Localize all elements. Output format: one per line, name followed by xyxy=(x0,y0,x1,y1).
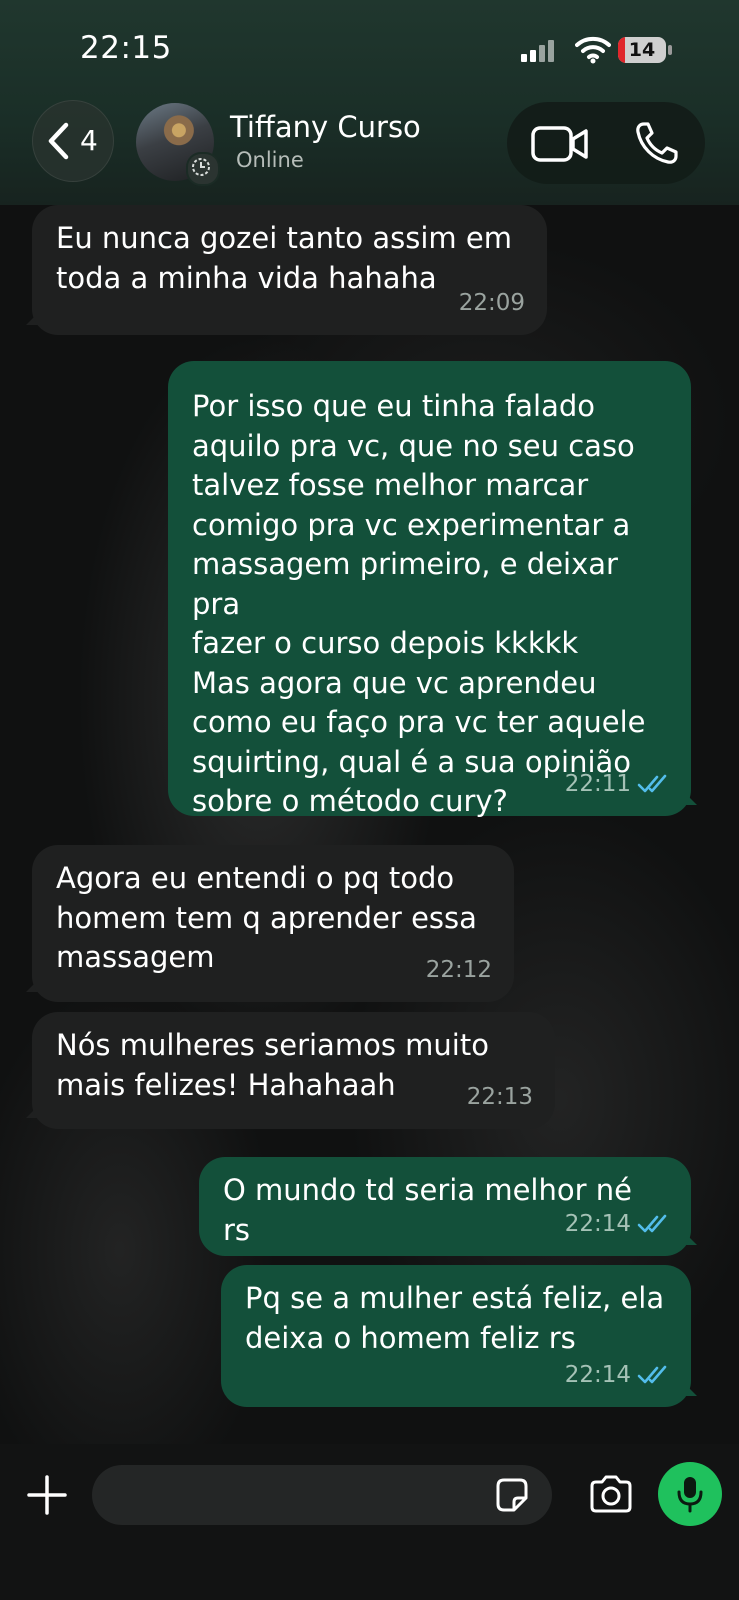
camera-button[interactable] xyxy=(588,1474,634,1514)
message-time: 22:11 xyxy=(564,770,631,797)
outgoing-message[interactable]: O mundo td seria melhor né rs 22:14 xyxy=(199,1157,691,1256)
message-time: 22:13 xyxy=(466,1083,533,1110)
outgoing-message[interactable]: Por isso que eu tinha falado aquilo pra … xyxy=(168,361,691,818)
battery-level: 14 xyxy=(628,39,656,61)
message-text: Eu nunca gozei tanto assim em toda a min… xyxy=(56,221,512,295)
incoming-message[interactable]: Eu nunca gozei tanto assim em toda a min… xyxy=(32,205,547,335)
microphone-icon xyxy=(677,1477,703,1513)
status-time: 22:15 xyxy=(80,30,172,66)
contact-status: Online xyxy=(236,148,304,172)
message-meta: 22:11 xyxy=(565,765,669,805)
message-text: Nós mulheres seriamos muito mais felizes… xyxy=(56,1028,489,1102)
double-check-icon xyxy=(637,1365,667,1384)
cellular-signal-icon xyxy=(521,40,563,62)
message-time: 22:14 xyxy=(564,1210,631,1237)
message-input[interactable] xyxy=(112,1465,476,1527)
message-text: Por isso que eu tinha falado aquilo pra … xyxy=(192,389,646,818)
chevron-left-icon xyxy=(48,122,69,160)
contact-name[interactable]: Tiffany Curso xyxy=(230,110,421,144)
outgoing-message[interactable]: Pq se a mulher está feliz, ela deixa o h… xyxy=(221,1265,691,1407)
attach-button[interactable] xyxy=(26,1474,68,1516)
battery-cap xyxy=(668,45,672,55)
incoming-message[interactable]: Agora eu entendi o pq todo homem tem q a… xyxy=(32,845,514,1002)
message-meta: 22:12 xyxy=(426,951,492,991)
message-meta: 22:14 xyxy=(565,1356,669,1396)
battery-indicator: 14 xyxy=(618,37,666,63)
message-time: 22:12 xyxy=(425,956,492,983)
double-check-icon xyxy=(637,774,667,793)
video-call-button[interactable] xyxy=(530,122,590,166)
message-meta: 22:13 xyxy=(467,1078,533,1118)
message-meta: 22:09 xyxy=(459,284,525,324)
message-time: 22:14 xyxy=(564,1361,631,1388)
microphone-button[interactable] xyxy=(658,1462,722,1526)
back-button[interactable]: 4 xyxy=(32,100,114,182)
message-meta: 22:14 xyxy=(565,1205,669,1245)
message-time: 22:09 xyxy=(458,289,525,316)
sticker-button[interactable] xyxy=(492,1476,530,1514)
message-input-wrapper xyxy=(92,1465,552,1527)
wifi-icon xyxy=(575,36,611,64)
message-text: Pq se a mulher está feliz, ela deixa o h… xyxy=(245,1281,665,1355)
unread-count: 4 xyxy=(80,124,98,157)
voice-call-button[interactable] xyxy=(632,118,682,168)
status-clock-icon xyxy=(186,152,220,186)
incoming-message[interactable]: Nós mulheres seriamos muito mais felizes… xyxy=(32,1012,555,1129)
double-check-icon xyxy=(637,1214,667,1233)
